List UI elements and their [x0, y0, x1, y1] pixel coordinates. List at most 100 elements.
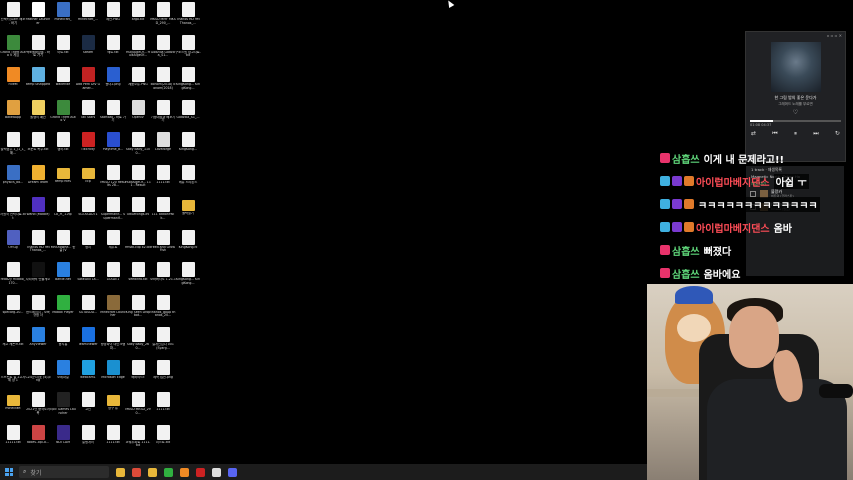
desktop-icon[interactable]: OBSettings.ini — [125, 197, 151, 228]
desktop-icon[interactable]: rmstk.clip x2.txt — [125, 229, 151, 261]
desktop-icon[interactable]: Wand (Mobile) — [25, 197, 51, 228]
desktop-icon[interactable]: KingKong.fc — [175, 229, 201, 261]
desktop-icon[interactable]: Thanos HD 9M Thanos_... — [175, 2, 201, 33]
desktop-icon[interactable]: Epic Games Launcher — [50, 392, 76, 423]
desktop-icon[interactable]: Lavaforge — [150, 132, 176, 163]
chat-nickname[interactable]: 삼흡쓰 — [672, 243, 700, 258]
desktop-icon[interactable]: 모레파일 — [50, 359, 76, 391]
desktop-icon[interactable]: 메트.txt — [100, 34, 126, 66]
app-green-icon[interactable] — [164, 467, 173, 477]
desktop-icon[interactable]: thanos_goAp thanos_20... — [150, 294, 176, 326]
desktop-icon[interactable]: ccp — [75, 165, 101, 196]
desktop-icon[interactable]: MKSD MMF MKSD_290_... — [150, 2, 176, 33]
desktop-icon[interactable]: Grand Theft Auto V 게임 — [0, 34, 26, 66]
desktop-icon[interactable]: KingKong... KingKong... — [175, 262, 201, 293]
discord-icon[interactable] — [228, 467, 237, 477]
desktop-icon[interactable]: 출력범주 1_/1_1_해... — [0, 132, 26, 163]
desktop-icon[interactable]: Steam — [75, 34, 101, 66]
desktop-icon[interactable]: 자리매력 만들게오 — [25, 262, 51, 293]
desktop-icon[interactable]: HulkAlgeOf... HulkAlgeOf... — [125, 34, 151, 66]
desktop-icon[interactable]: 1111.txt — [150, 164, 176, 196]
desktop-icon[interactable]: physics_bo... — [0, 164, 26, 196]
desktop-icon[interactable]: SGTASDD... — [75, 294, 101, 326]
x-app-icon[interactable] — [212, 467, 221, 477]
desktop-icon[interactable]: SGTASDDT1 — [75, 197, 101, 228]
app-orange-icon[interactable] — [180, 467, 189, 477]
desktop-icon[interactable]: 배하라드t — [125, 359, 151, 391]
desktop-icon[interactable]: FiveM — [0, 67, 26, 98]
desktop-icon[interactable]: 쌍방파이 데인크램파... — [100, 327, 126, 358]
desktop-icon[interactable]: Godzilla_S1_... — [175, 99, 201, 131]
desktop-icon[interactable]: seedinfo.txt — [125, 262, 151, 293]
desktop-icon[interactable]: 제속 캡션.png — [150, 359, 176, 391]
music-player-window[interactable]: ▫ ▫ ▫ ✕ 한 그림 밤의 좋은 운다가 그래머드 노래를 부르면 ♡ 01… — [745, 31, 846, 162]
desktop-icon[interactable]: Lo_프_1.zip — [50, 197, 76, 228]
desktop-icon[interactable]: 폴더2.png — [100, 67, 126, 98]
desktop-icon[interactable]: 사원국 전략자료.txt — [0, 197, 26, 228]
desktop-icon[interactable]: 메뉴 드라몬드 — [175, 164, 201, 196]
desktop-icon[interactable]: Minecraft Launcher — [100, 294, 126, 326]
desktop-icon[interactable]: specarg-20... — [0, 294, 26, 326]
player-window-controls[interactable]: ▫ ▫ ▫ ✕ — [746, 32, 845, 39]
desktop-icon[interactable]: 고인 — [75, 392, 101, 423]
desktop-icon[interactable]: LEADE1 — [100, 262, 126, 293]
next-icon[interactable]: ⏭ — [813, 130, 818, 138]
desktop-icon[interactable]: minecraft — [0, 392, 26, 423]
desktop-icon[interactable]: TeamViewer — [75, 327, 101, 358]
desktop-icon[interactable]: Playtime_b... — [100, 132, 126, 163]
desktop-icon[interactable]: King Seen Dropbot... — [125, 294, 151, 326]
desktop-icon[interactable]: 1111.txt — [150, 392, 176, 423]
desktop-icon[interactable]: minecraft_... — [75, 2, 101, 33]
chat-nickname[interactable]: 삼흡쓰 — [672, 151, 700, 166]
desktop-icon[interactable]: 올챙이 패친 — [25, 99, 51, 131]
desktop-icon[interactable]: Grand Theft Auto V — [50, 99, 76, 131]
desktop-icon[interactable]: 방구 튜 — [100, 392, 126, 423]
desktop-icon[interactable]: KingKong... — [175, 132, 201, 163]
progress-bar[interactable] — [750, 120, 841, 122]
desktop-icon[interactable]: CZ4군시(표 (4).png — [25, 359, 51, 391]
desktop-icon[interactable]: 한드레이지 - 보육규정 사 — [25, 294, 51, 326]
desktop-icon[interactable]: 캐고 캐논쓰.txt — [0, 327, 26, 358]
desktop-icon[interactable]: Microsoft Edge — [100, 359, 126, 391]
desktop-icon[interactable]: 제안.PNG — [100, 2, 126, 33]
desktop-icon[interactable]: temp unzipped — [25, 67, 51, 98]
desktop-icon[interactable]: HulkAlgeOf... 111 - Result — [125, 164, 151, 196]
chat-nickname[interactable]: 아이럽마베지댄스 — [696, 174, 770, 189]
desktop-icon[interactable]: 말벙개서 — [75, 424, 101, 456]
previous-icon[interactable]: ⏮ — [772, 130, 777, 138]
desktop-icon[interactable]: Saky baby_1100... — [125, 132, 151, 163]
desktop-icon[interactable]: 세우트 — [100, 229, 126, 261]
desktop-icon[interactable]: minecraft_ — [50, 2, 76, 33]
desktop-icon[interactable]: OpenIV — [125, 99, 151, 131]
taskbar-search[interactable]: ⌕ 찾기 — [19, 466, 109, 478]
desktop-icon[interactable]: SofaSkill La... — [75, 262, 101, 293]
desktop-icon[interactable]: 111 addonPack... — [150, 197, 176, 228]
pause-icon[interactable]: ⏸ — [794, 130, 797, 138]
desktop-icon[interactable]: temp files — [50, 165, 76, 196]
desktop-icon[interactable]: 1111.txt — [100, 424, 126, 456]
playlist-title[interactable]: 재생목록 — [768, 167, 782, 172]
desktop-icon[interactable]: startbat - 바로 가기 — [100, 99, 126, 131]
desktop-icon[interactable]: 용지통 — [50, 327, 76, 358]
desktop-icon[interactable]: 구조스원 참고자료.txt — [175, 34, 201, 66]
desktop-icon[interactable]: 실개인임나 001 (Syarg... — [150, 327, 176, 358]
desktop-icon[interactable]: BakedApp — [0, 99, 26, 131]
chrome-icon[interactable] — [132, 467, 141, 477]
desktop-icon[interactable]: Feed and Grow Fish — [150, 229, 176, 261]
desktop-icon[interactable]: Mobox Player — [50, 294, 76, 326]
shuffle-icon[interactable]: ⇄ — [751, 130, 756, 138]
chat-nickname[interactable]: 삼흡쓰 — [672, 266, 700, 281]
desktop-icon[interactable]: 제품오류.PNG — [125, 67, 151, 98]
desktop-icon[interactable]: 팩토블화상을 - 바로 가기 — [25, 34, 51, 66]
desktop-icon[interactable]: webcam1 — [75, 359, 101, 391]
repeat-icon[interactable]: ↻ — [835, 130, 840, 138]
desktop-icon[interactable]: 스프린트 알 2고사 제 상 1 — [0, 359, 26, 391]
desktop-icon[interactable]: Dream Team — [25, 164, 51, 196]
desktop-icon[interactable]: 미스트.txt — [150, 424, 176, 456]
desktop-icon[interactable]: tobes..opi-o... — [25, 424, 51, 456]
desktop-icon[interactable]: 단축키(Gam 배포 - 바기 — [0, 2, 26, 33]
desktop-icon[interactable]: Feather Launcher — [25, 2, 51, 33]
tf-icon[interactable] — [196, 467, 205, 477]
desktop-icon[interactable]: 정지 — [75, 229, 101, 261]
chat-nickname[interactable]: 아이럽마베지댄스 — [696, 220, 770, 235]
